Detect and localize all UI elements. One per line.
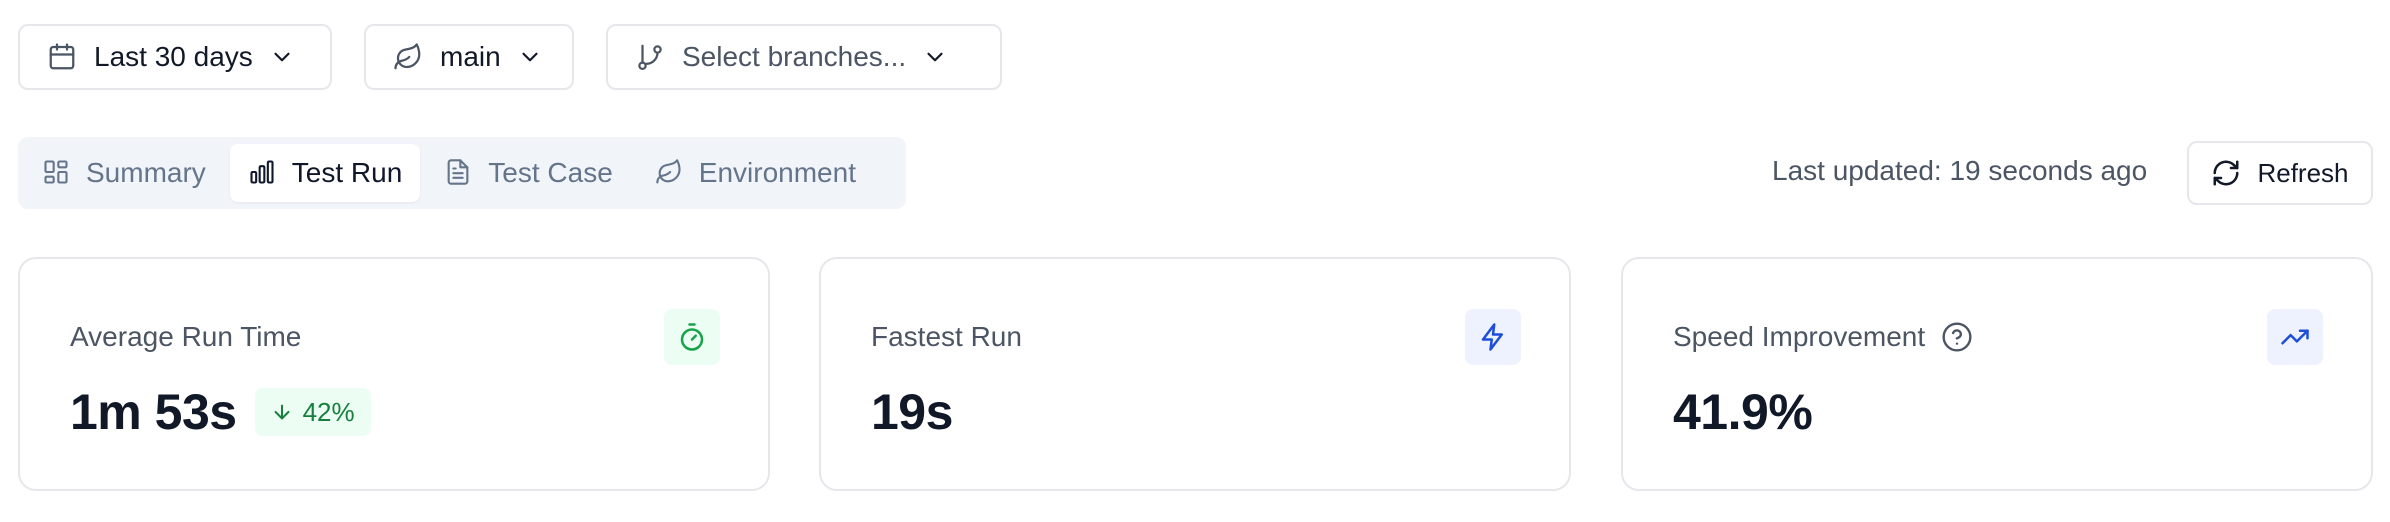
refresh-button[interactable]: Refresh <box>2187 141 2373 205</box>
branches-select[interactable]: Select branches... <box>606 24 1002 90</box>
zap-icon <box>1465 309 1521 365</box>
date-range-dropdown[interactable]: Last 30 days <box>18 24 332 90</box>
tab-test-case[interactable]: Test Case <box>426 144 631 202</box>
base-branch-dropdown[interactable]: main <box>364 24 574 90</box>
trending-up-icon <box>2267 309 2323 365</box>
tab-label: Environment <box>698 157 856 188</box>
layout-icon <box>42 158 72 188</box>
file-text-icon <box>444 158 474 188</box>
stat-card-average-run-time: Average Run Time 1m 53s 42% <box>18 257 770 491</box>
stat-card-fastest-run: Fastest Run 19s <box>819 257 1571 491</box>
arrow-down-icon <box>271 401 293 423</box>
card-title-text: Fastest Run <box>871 321 1022 352</box>
git-branch-icon <box>634 41 666 73</box>
tab-label: Summary <box>86 157 206 188</box>
refresh-label: Refresh <box>2257 157 2349 188</box>
refresh-icon <box>2211 158 2241 188</box>
filter-bar: Last 30 days main Select branches... <box>18 24 1002 90</box>
delta-badge: 42% <box>254 388 371 436</box>
card-title-text: Speed Improvement <box>1673 321 1926 352</box>
chevron-down-icon <box>517 44 543 70</box>
tab-label: Test Run <box>291 157 403 188</box>
card-value-row: 1m 53s 42% <box>70 383 371 441</box>
leaf-icon <box>655 158 685 188</box>
card-value: 1m 53s <box>70 384 237 440</box>
calendar-icon <box>46 41 78 73</box>
card-title-text: Average Run Time <box>70 321 302 352</box>
card-value-row: 41.9% <box>1673 383 1813 441</box>
tab-label: Test Case <box>488 157 613 188</box>
card-value: 41.9% <box>1673 384 1813 440</box>
card-value-row: 19s <box>871 383 953 441</box>
chevron-down-icon <box>269 44 295 70</box>
stopwatch-icon <box>664 309 720 365</box>
view-tabs: Summary Test Run Test Case Environment <box>18 137 906 209</box>
card-title: Fastest Run <box>871 321 1022 353</box>
tab-test-run[interactable]: Test Run <box>229 144 421 202</box>
stat-card-speed-improvement: Speed Improvement 41.9% <box>1621 257 2373 491</box>
last-updated-text: Last updated: 19 seconds ago <box>1772 155 2148 186</box>
tab-environment[interactable]: Environment <box>637 144 874 202</box>
base-branch-value: main <box>440 41 501 72</box>
branches-placeholder: Select branches... <box>682 41 907 72</box>
bar-chart-icon <box>248 158 278 188</box>
help-circle-icon[interactable] <box>1941 321 1973 353</box>
card-title: Average Run Time <box>70 321 301 353</box>
leaf-icon <box>392 41 424 73</box>
card-title: Speed Improvement <box>1673 321 1973 353</box>
card-value: 19s <box>871 384 953 440</box>
chevron-down-icon <box>922 44 948 70</box>
dashboard: Last 30 days main Select branches... Sum… <box>0 0 2390 522</box>
date-range-value: Last 30 days <box>94 41 253 72</box>
tab-summary[interactable]: Summary <box>24 144 224 202</box>
delta-value: 42% <box>302 396 355 427</box>
